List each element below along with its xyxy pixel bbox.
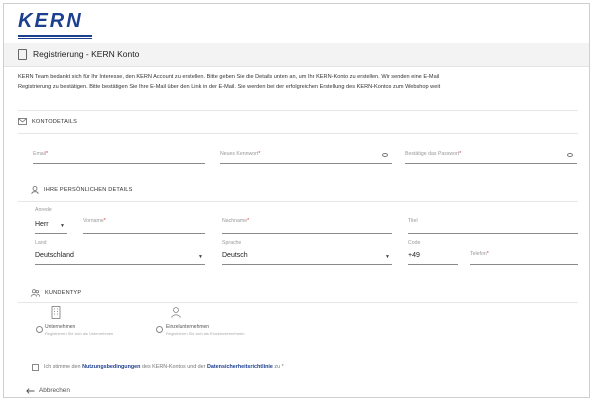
- terms-prefix: Ich stimme den: [44, 364, 83, 370]
- mail-icon: [18, 118, 27, 125]
- cancel-button[interactable]: Abbrechen: [26, 387, 70, 394]
- logo-underline-thin: [18, 38, 92, 39]
- country-label: Land: [35, 240, 47, 246]
- account-heading-text: KONTODETAILS: [32, 118, 78, 125]
- chevron-down-icon: ▼: [60, 223, 65, 229]
- personal-section-heading: IHRE PERSÖNLICHEN DETAILS: [31, 186, 133, 194]
- salutation-underline: [35, 233, 67, 234]
- kern-logo: KERN: [18, 10, 83, 32]
- country-code-field[interactable]: Code +49: [408, 240, 458, 265]
- country-select[interactable]: Land Deutschland ▼: [35, 240, 205, 265]
- building-icon: [51, 306, 61, 319]
- company-sublabel: Registrieren Sie sich als Unternehmen: [45, 331, 114, 336]
- intro-line-1: KERN Team bedankt sich für Ihr Interesse…: [18, 74, 440, 80]
- firstname-field[interactable]: Vorname*: [83, 218, 205, 234]
- terms-checkbox[interactable]: [32, 364, 39, 371]
- customer-type-sole-option[interactable]: Einzelunternehmen Registrieren Sie sich …: [156, 306, 296, 342]
- lastname-field[interactable]: Nachname*: [222, 218, 392, 234]
- registration-window: KERN Registrierung - KERN Konto KERN Tea…: [3, 3, 590, 398]
- new-password-field[interactable]: Neues Kennwort*: [220, 151, 392, 164]
- terms-middle: des KERN-Kontos und der: [140, 364, 207, 370]
- phone-underline: [470, 264, 578, 265]
- person-icon: [171, 307, 181, 318]
- customer-type-company-option[interactable]: Unternehmen Registrieren Sie sich als Un…: [36, 306, 156, 342]
- firstname-label: Vorname*: [83, 218, 106, 224]
- confirm-password-field[interactable]: Bestätige das Passwort*: [405, 151, 577, 164]
- logo-underline: [18, 35, 92, 37]
- country-value: Deutschland: [35, 252, 74, 259]
- title-label: Titel: [408, 218, 418, 224]
- page-title: Registrierung - KERN Konto: [33, 49, 140, 59]
- chevron-down-icon: ▼: [385, 254, 390, 260]
- company-label: Unternehmen: [45, 324, 76, 330]
- title-bar: Registrierung - KERN Konto: [4, 43, 589, 67]
- account-section-heading: KONTODETAILS: [18, 118, 77, 125]
- sole-radio[interactable]: [156, 326, 163, 333]
- company-radio[interactable]: [36, 326, 43, 333]
- salutation-select[interactable]: Anrede Herr ▼: [35, 207, 67, 234]
- confirm-password-label: Bestätige das Passwort*: [405, 151, 462, 157]
- personal-heading-text: IHRE PERSÖNLICHEN DETAILS: [44, 187, 133, 193]
- salutation-label: Anrede: [35, 207, 52, 213]
- password-underline: [220, 163, 392, 164]
- title-field[interactable]: Titel: [408, 218, 578, 234]
- document-icon: [18, 49, 27, 60]
- language-value: Deutsch: [222, 252, 248, 259]
- email-label: Email*: [33, 151, 49, 157]
- country-underline: [35, 264, 205, 265]
- phone-label: Telefon*: [470, 251, 489, 257]
- divider: [18, 302, 578, 303]
- terms-suffix: zu *: [272, 364, 284, 370]
- phone-field[interactable]: Telefon*: [470, 251, 578, 265]
- customer-type-heading-text: KUNDENTYP: [45, 290, 82, 296]
- show-confirm-password-icon[interactable]: [567, 153, 573, 157]
- sole-label: Einzelunternehmen: [166, 324, 210, 330]
- code-label: Code: [408, 240, 421, 246]
- divider: [18, 133, 578, 134]
- people-icon: [31, 289, 40, 297]
- password-label: Neues Kennwort*: [220, 151, 261, 157]
- salutation-value: Herr: [35, 221, 49, 228]
- language-select[interactable]: Sprache Deutsch ▼: [222, 240, 392, 265]
- firstname-underline: [83, 233, 205, 234]
- cancel-label: Abbrechen: [39, 387, 70, 394]
- chevron-down-icon: ▼: [198, 254, 203, 260]
- intro-line-2: Registrierung zu bestätigen. Bitte bestä…: [18, 84, 441, 90]
- person-icon: [31, 186, 39, 194]
- terms-of-use-link[interactable]: Nutzungsbedingungen: [82, 364, 140, 370]
- email-field[interactable]: Email*: [33, 151, 205, 164]
- show-password-icon[interactable]: [382, 153, 388, 157]
- arrow-left-icon: [26, 387, 35, 394]
- confirm-underline: [405, 163, 577, 164]
- divider: [18, 110, 578, 111]
- customer-type-section-heading: KUNDENTYP: [31, 289, 81, 297]
- terms-text: Ich stimme den Nutzungsbedingungen des K…: [44, 364, 284, 370]
- email-underline: [33, 163, 205, 164]
- sole-sublabel: Registrieren Sie sich als Einzelunterneh…: [166, 331, 245, 336]
- code-value: +49: [408, 252, 420, 259]
- intro-text: KERN Team bedankt sich für Ihr Interesse…: [18, 72, 589, 92]
- lastname-underline: [222, 233, 392, 234]
- divider: [18, 201, 578, 202]
- title-underline: [408, 233, 578, 234]
- privacy-policy-link[interactable]: Datensicherheitsrichtlinie: [207, 364, 273, 370]
- language-underline: [222, 264, 392, 265]
- code-underline: [408, 264, 458, 265]
- lastname-label: Nachname*: [222, 218, 250, 224]
- language-label: Sprache: [222, 240, 242, 246]
